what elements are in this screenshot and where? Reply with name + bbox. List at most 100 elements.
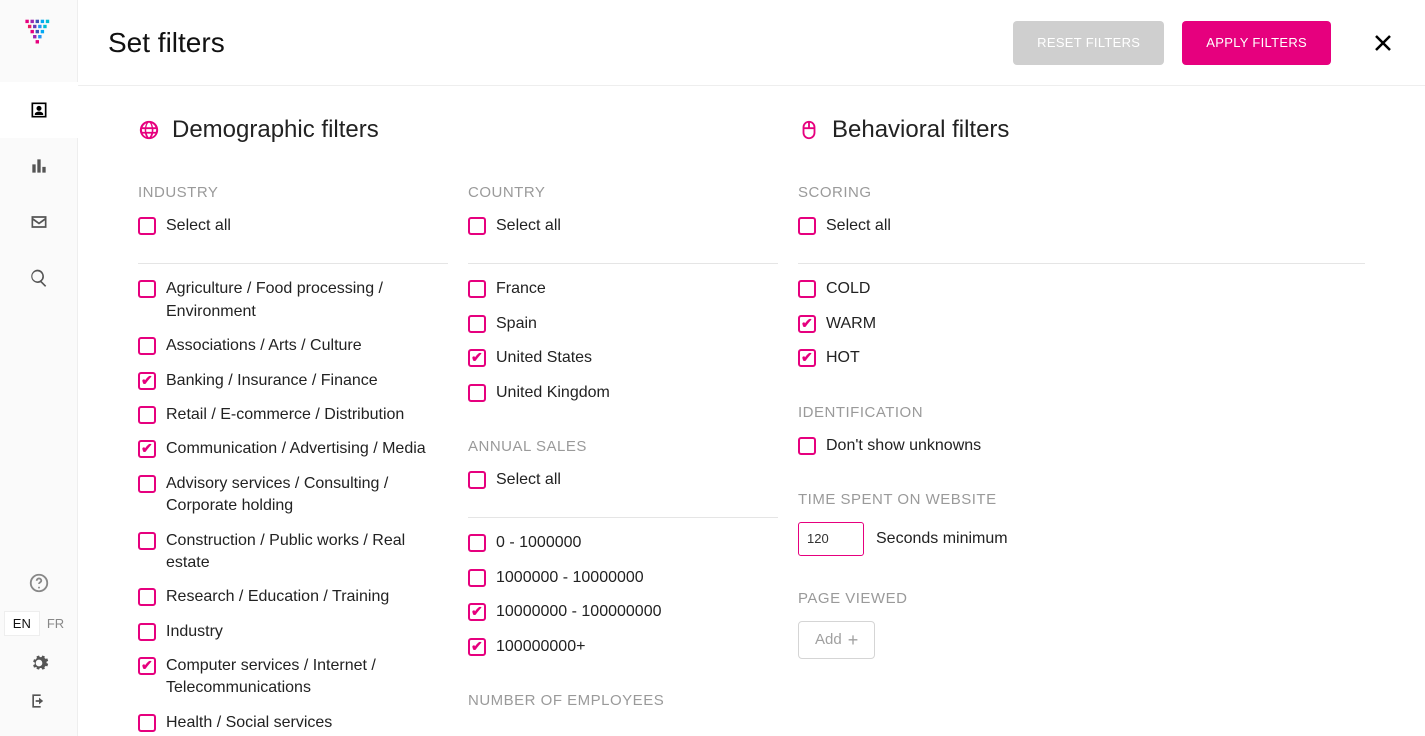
nav-help[interactable]	[0, 572, 78, 594]
checkbox[interactable]	[138, 337, 156, 355]
lang-en[interactable]: EN	[5, 612, 39, 635]
filter-option-label: Retail / E-commerce / Distribution	[166, 404, 448, 426]
page-viewed-label: Page Viewed	[798, 590, 1365, 607]
checkbox[interactable]	[798, 315, 816, 333]
filter-option[interactable]: Agriculture / Food processing / Environm…	[138, 278, 448, 323]
add-page-viewed-button[interactable]: Add +	[798, 621, 875, 659]
nav-contacts[interactable]	[0, 82, 78, 138]
checkbox[interactable]	[798, 349, 816, 367]
checkbox[interactable]	[468, 638, 486, 656]
filter-option[interactable]: Spain	[468, 313, 778, 335]
checkbox[interactable]	[138, 657, 156, 675]
checkbox[interactable]	[138, 623, 156, 641]
annual-sales-select-all[interactable]: Select all	[468, 469, 778, 491]
checkbox[interactable]	[798, 217, 816, 235]
filter-option[interactable]: COLD	[798, 278, 1365, 300]
filter-option[interactable]: Computer services / Internet / Telecommu…	[138, 655, 448, 700]
nav-analytics[interactable]	[0, 138, 78, 194]
checkbox[interactable]	[138, 217, 156, 235]
sidebar: EN FR	[0, 0, 78, 736]
industry-label: Industry	[138, 184, 448, 201]
checkbox[interactable]	[138, 406, 156, 424]
time-spent-group: Time spent on Website Seconds minimum	[798, 491, 1365, 556]
filter-option[interactable]: WARM	[798, 313, 1365, 335]
nav-logout[interactable]	[0, 691, 78, 711]
filter-option-label: Computer services / Internet / Telecommu…	[166, 655, 448, 700]
checkbox[interactable]	[468, 569, 486, 587]
checkbox[interactable]	[798, 280, 816, 298]
logout-icon	[29, 691, 49, 711]
filter-option[interactable]: 0 - 1000000	[468, 532, 778, 554]
scoring-select-all[interactable]: Select all	[798, 215, 1365, 237]
filter-option-label: France	[496, 278, 778, 300]
filter-option[interactable]: Banking / Insurance / Finance	[138, 370, 448, 392]
page-title: Set filters	[108, 27, 225, 59]
industry-select-all[interactable]: Select all	[138, 215, 448, 237]
filter-option-label: HOT	[826, 347, 1365, 369]
lang-fr[interactable]: FR	[39, 612, 72, 635]
filter-option[interactable]: Associations / Arts / Culture	[138, 335, 448, 357]
country-select-all[interactable]: Select all	[468, 215, 778, 237]
nav-mail[interactable]	[0, 194, 78, 250]
select-all-label: Select all	[496, 469, 778, 491]
checkbox[interactable]	[468, 349, 486, 367]
select-all-label: Select all	[166, 215, 448, 237]
filter-option-label: United Kingdom	[496, 382, 778, 404]
filter-option[interactable]: Retail / E-commerce / Distribution	[138, 404, 448, 426]
employees-label: Number of Employees	[468, 692, 778, 709]
checkbox[interactable]	[468, 603, 486, 621]
checkbox[interactable]	[138, 532, 156, 550]
employees-group: Number of Employees	[468, 692, 778, 709]
filter-option[interactable]: Health / Social services	[138, 712, 448, 734]
identification-item[interactable]: Don't show unknowns	[798, 435, 1365, 457]
logo	[22, 18, 56, 52]
close-icon	[1371, 31, 1395, 55]
checkbox[interactable]	[468, 534, 486, 552]
country-items: France Spain United States United Kingdom	[468, 278, 778, 404]
checkbox[interactable]	[138, 714, 156, 732]
filter-option[interactable]: 100000000+	[468, 636, 778, 658]
nav-settings[interactable]	[0, 653, 78, 673]
filter-option[interactable]: 1000000 - 10000000	[468, 567, 778, 589]
checkbox[interactable]	[138, 588, 156, 606]
mouse-icon	[798, 119, 820, 141]
identification-item-label: Don't show unknowns	[826, 435, 1365, 457]
filter-option-label: Agriculture / Food processing / Environm…	[166, 278, 448, 323]
filter-option[interactable]: France	[468, 278, 778, 300]
close-button[interactable]	[1371, 31, 1395, 55]
filter-option[interactable]: United Kingdom	[468, 382, 778, 404]
apply-filters-button[interactable]: APPLY FILTERS	[1182, 21, 1331, 65]
checkbox[interactable]	[138, 440, 156, 458]
filter-option[interactable]: HOT	[798, 347, 1365, 369]
filter-option-label: Industry	[166, 621, 448, 643]
filter-option[interactable]: Advisory services / Consulting / Corpora…	[138, 473, 448, 518]
search-icon	[29, 268, 49, 288]
checkbox[interactable]	[138, 280, 156, 298]
checkbox[interactable]	[468, 217, 486, 235]
filter-option[interactable]: Communication / Advertising / Media	[138, 438, 448, 460]
filter-option[interactable]: 10000000 - 100000000	[468, 601, 778, 623]
bar-chart-icon	[29, 156, 49, 176]
filter-option[interactable]: United States	[468, 347, 778, 369]
checkbox[interactable]	[468, 384, 486, 402]
checkbox[interactable]	[468, 471, 486, 489]
checkbox[interactable]	[138, 372, 156, 390]
checkbox[interactable]	[468, 315, 486, 333]
globe-icon	[138, 119, 160, 141]
filter-option-label: United States	[496, 347, 778, 369]
select-all-label: Select all	[826, 215, 1365, 237]
filter-option-label: 10000000 - 100000000	[496, 601, 778, 623]
filter-option[interactable]: Construction / Public works / Real estat…	[138, 530, 448, 575]
content: Demographic filters Industry Select all …	[78, 86, 1425, 736]
filter-option[interactable]: Industry	[138, 621, 448, 643]
filter-option-label: Spain	[496, 313, 778, 335]
reset-filters-button[interactable]: RESET FILTERS	[1013, 21, 1164, 65]
filter-option-label: Banking / Insurance / Finance	[166, 370, 448, 392]
checkbox[interactable]	[138, 475, 156, 493]
filter-option[interactable]: Research / Education / Training	[138, 586, 448, 608]
nav-search[interactable]	[0, 250, 78, 306]
checkbox[interactable]	[468, 280, 486, 298]
time-spent-input[interactable]	[798, 522, 864, 556]
checkbox[interactable]	[798, 437, 816, 455]
filter-option-label: 0 - 1000000	[496, 532, 778, 554]
